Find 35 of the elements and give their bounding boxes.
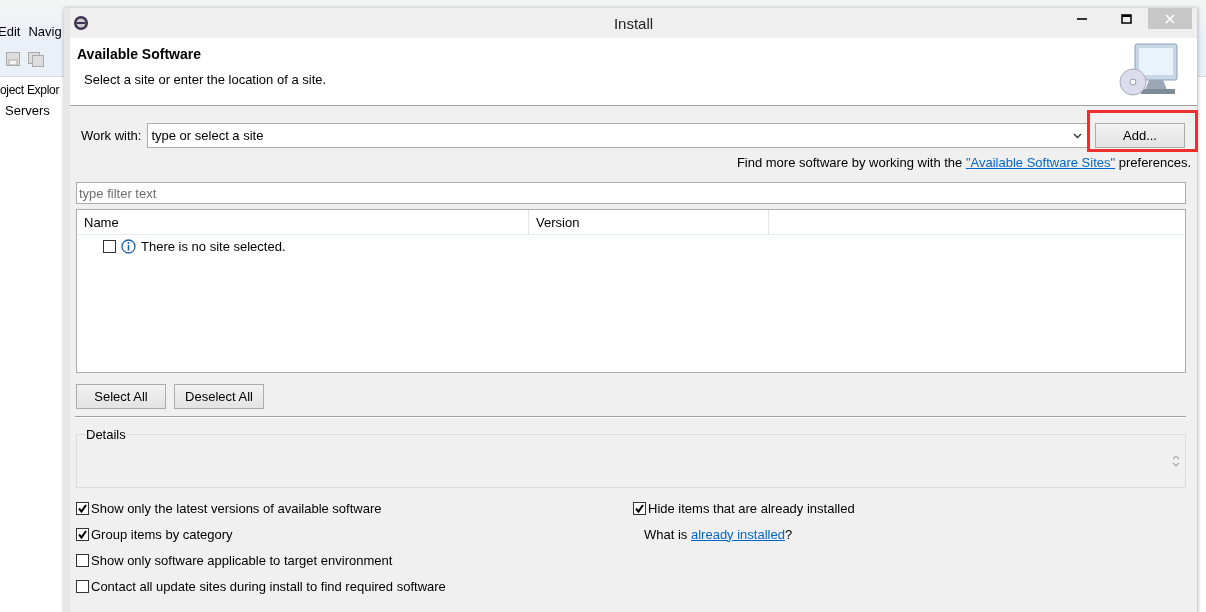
checkbox[interactable] <box>76 579 89 593</box>
checkbox-label: Contact all update sites during install to find required software <box>91 578 446 594</box>
select-button[interactable]: Deselect All <box>174 384 264 409</box>
window-title: Install <box>613 14 654 32</box>
header-subtitle: Select a site or enter the location of a site. <box>83 72 327 87</box>
checkbox-label: Group items by category <box>91 526 233 542</box>
info-text: What is already installed? <box>644 526 793 542</box>
preferences-link[interactable]: "Available Software Sites" <box>965 155 1116 170</box>
header-title: Available Software <box>77 46 202 62</box>
column-header[interactable]: Name <box>77 210 529 234</box>
work-with-label: Work with: <box>81 128 142 143</box>
checkbox[interactable] <box>633 501 646 515</box>
info-icon <box>121 238 136 254</box>
checkbox[interactable] <box>76 501 89 515</box>
checkbox-label: Show only the latest versions of available software <box>91 500 382 516</box>
site-combo-box[interactable]: type or select a site <box>147 123 1088 148</box>
installed-link[interactable]: already installed <box>690 526 785 542</box>
select-button[interactable]: Select All <box>76 384 166 409</box>
info-text: Find more software by working with the "Available Software Sites" preferences. <box>736 155 1191 170</box>
checkbox[interactable] <box>76 527 89 541</box>
checkbox-label: Show only software applicable to target environment <box>91 552 393 568</box>
checkbox-label: Hide items that are already installed <box>648 500 855 516</box>
checkbox[interactable] <box>76 553 89 567</box>
checkbox[interactable] <box>103 239 116 253</box>
dropdown-chevron-icon[interactable] <box>1073 133 1082 139</box>
view-title[interactable]: oject Explor <box>0 77 60 97</box>
add-button[interactable]: Add... <box>1095 123 1185 148</box>
filter-field[interactable]: type filter text <box>76 182 1186 204</box>
app-icon <box>73 15 89 31</box>
column-header[interactable]: Version <box>529 210 769 234</box>
minimize-icon[interactable] <box>1077 17 1087 20</box>
details-label: Details <box>85 427 127 442</box>
menu-item[interactable]: Navig <box>28 24 62 42</box>
table-cell: There is no site selected. <box>141 238 286 254</box>
maximize-icon[interactable] <box>1120 13 1132 24</box>
